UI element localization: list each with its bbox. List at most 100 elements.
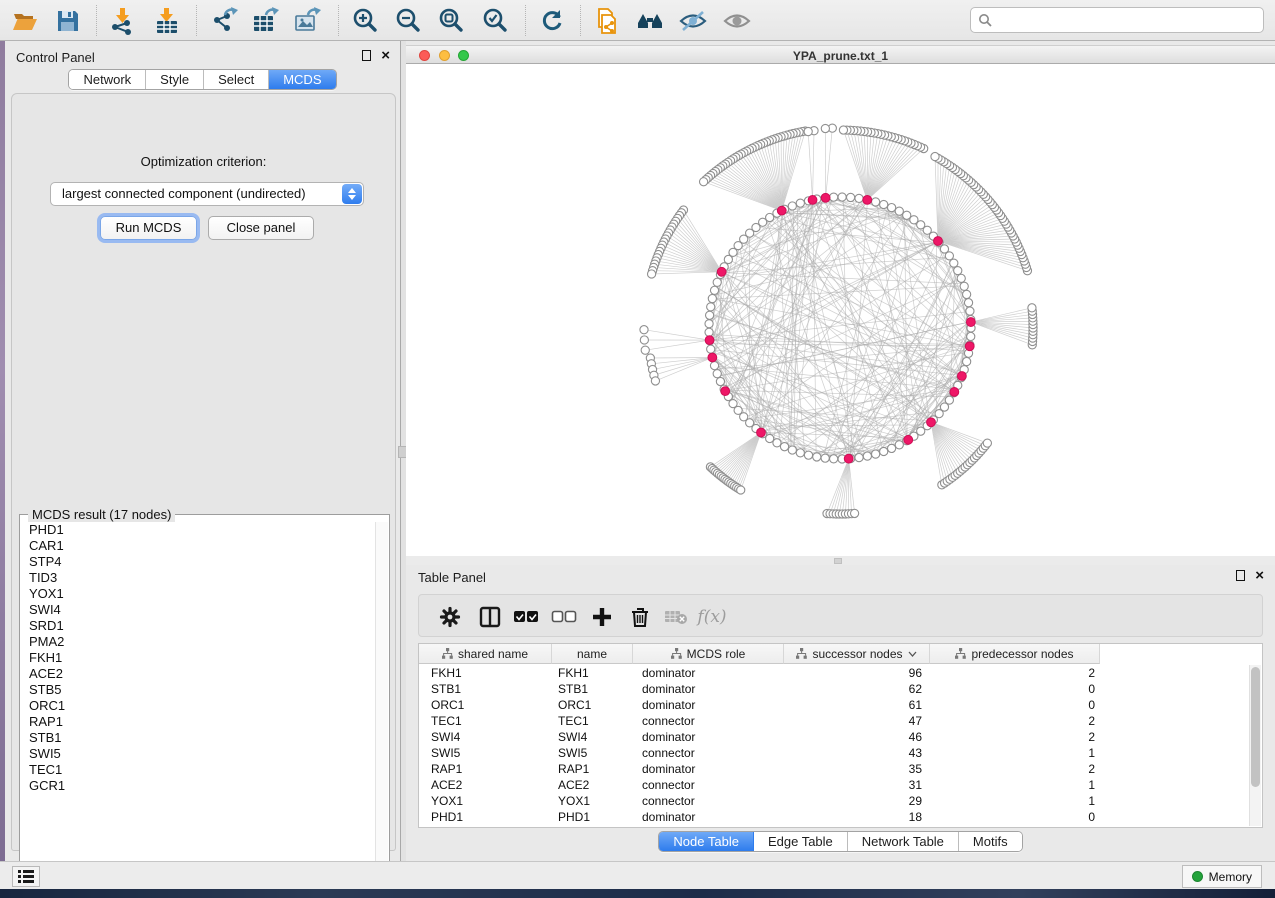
mcds-result-item[interactable]: GCR1 xyxy=(21,778,376,794)
table-cell[interactable]: 46 xyxy=(784,729,930,745)
table-cell[interactable]: 61 xyxy=(784,697,930,713)
table-cell[interactable]: dominator xyxy=(633,665,784,681)
table-cell[interactable]: TEC1 xyxy=(552,713,633,729)
tab-motifs[interactable]: Motifs xyxy=(959,832,1022,851)
tab-mcds[interactable]: MCDS xyxy=(269,70,335,89)
settings-gear-icon[interactable] xyxy=(435,602,465,632)
table-cell[interactable]: 2 xyxy=(930,713,1100,729)
table-cell[interactable]: STB1 xyxy=(552,681,633,697)
table-row[interactable]: ORC1ORC1dominator610 xyxy=(419,697,1249,713)
open-file-icon[interactable] xyxy=(10,6,40,36)
table-cell[interactable]: dominator xyxy=(633,681,784,697)
deselect-all-icon[interactable] xyxy=(549,602,579,632)
mcds-result-item[interactable]: YOX1 xyxy=(21,586,376,602)
table-cell[interactable]: 1 xyxy=(930,777,1100,793)
table-row[interactable]: RAP1RAP1dominator352 xyxy=(419,761,1249,777)
mcds-result-item[interactable]: TID3 xyxy=(21,570,376,586)
column-header-successor-nodes[interactable]: successor nodes xyxy=(784,644,930,664)
search-field[interactable] xyxy=(970,7,1264,33)
memory-button[interactable]: Memory xyxy=(1182,865,1262,888)
table-row[interactable]: STB1STB1dominator620 xyxy=(419,681,1249,697)
table-cell[interactable]: STB1 xyxy=(419,681,552,697)
function-builder-icon-disabled[interactable]: f(x) xyxy=(697,602,727,632)
mcds-result-item[interactable]: ACE2 xyxy=(21,666,376,682)
mcds-result-item[interactable]: SWI5 xyxy=(21,746,376,762)
zoom-selected-icon[interactable] xyxy=(480,6,510,36)
mcds-result-item[interactable]: STB1 xyxy=(21,730,376,746)
table-cell[interactable]: dominator xyxy=(633,729,784,745)
table-row[interactable]: ACE2ACE2connector311 xyxy=(419,777,1249,793)
tab-network-table[interactable]: Network Table xyxy=(848,832,959,851)
column-header-name[interactable]: name xyxy=(552,644,633,664)
table-row[interactable]: PHD1PHD1dominator180 xyxy=(419,809,1249,825)
mcds-result-item[interactable]: PHD1 xyxy=(21,522,376,538)
delete-column-icon[interactable] xyxy=(625,602,655,632)
table-cell[interactable]: 31 xyxy=(784,777,930,793)
table-cell[interactable]: connector xyxy=(633,777,784,793)
network-canvas[interactable] xyxy=(406,64,1275,556)
tab-node-table[interactable]: Node Table xyxy=(659,832,754,851)
save-session-icon[interactable] xyxy=(53,6,83,36)
table-cell[interactable]: dominator xyxy=(633,809,784,825)
export-network-icon[interactable] xyxy=(210,6,240,36)
mcds-result-item[interactable]: SRD1 xyxy=(21,618,376,634)
table-scrollbar[interactable] xyxy=(1249,665,1261,826)
mcds-result-item[interactable]: ORC1 xyxy=(21,698,376,714)
close-panel-icon[interactable]: × xyxy=(381,50,390,61)
table-cell[interactable]: YOX1 xyxy=(419,793,552,809)
table-cell[interactable]: FKH1 xyxy=(419,665,552,681)
table-cell[interactable]: YOX1 xyxy=(552,793,633,809)
close-panel-button[interactable]: Close panel xyxy=(208,216,314,240)
network-window-titlebar[interactable]: YPA_prune.txt_1 xyxy=(406,45,1275,64)
mcds-result-item[interactable]: PMA2 xyxy=(21,634,376,650)
table-cell[interactable]: 0 xyxy=(930,681,1100,697)
table-cell[interactable]: ORC1 xyxy=(419,697,552,713)
mcds-list-scrollbar[interactable] xyxy=(375,522,388,883)
tab-style[interactable]: Style xyxy=(146,70,204,89)
table-row[interactable]: SWI5SWI5connector431 xyxy=(419,745,1249,761)
table-cell[interactable]: ORC1 xyxy=(552,697,633,713)
table-cell[interactable]: 2 xyxy=(930,729,1100,745)
table-row[interactable]: SWI4SWI4dominator462 xyxy=(419,729,1249,745)
table-cell[interactable]: 0 xyxy=(930,697,1100,713)
delete-table-icon-disabled[interactable] xyxy=(661,602,691,632)
table-row[interactable]: FKH1FKH1dominator962 xyxy=(419,665,1249,681)
table-cell[interactable]: ACE2 xyxy=(419,777,552,793)
table-cell[interactable]: connector xyxy=(633,745,784,761)
show-all-eye-icon[interactable] xyxy=(722,6,752,36)
table-cell[interactable]: SWI4 xyxy=(552,729,633,745)
refresh-view-icon[interactable] xyxy=(537,6,567,36)
tab-select[interactable]: Select xyxy=(204,70,269,89)
table-cell[interactable]: dominator xyxy=(633,697,784,713)
float-window-icon[interactable] xyxy=(362,50,371,61)
mcds-result-item[interactable]: SWI4 xyxy=(21,602,376,618)
select-all-icon[interactable] xyxy=(511,602,541,632)
table-cell[interactable]: 96 xyxy=(784,665,930,681)
table-cell[interactable]: RAP1 xyxy=(419,761,552,777)
table-cell[interactable]: TEC1 xyxy=(419,713,552,729)
close-panel-icon[interactable]: × xyxy=(1255,570,1264,581)
new-network-from-selection-icon[interactable] xyxy=(592,6,622,36)
zoom-out-icon[interactable] xyxy=(393,6,423,36)
table-cell[interactable]: SWI4 xyxy=(419,729,552,745)
column-header-predecessor-nodes[interactable]: predecessor nodes xyxy=(930,644,1100,664)
table-cell[interactable]: PHD1 xyxy=(419,809,552,825)
table-cell[interactable]: dominator xyxy=(633,761,784,777)
column-header-MCDS-role[interactable]: MCDS role xyxy=(633,644,784,664)
table-cell[interactable]: 29 xyxy=(784,793,930,809)
mcds-result-item[interactable]: TEC1 xyxy=(21,762,376,778)
mcds-result-list[interactable]: PHD1CAR1STP4TID3YOX1SWI4SRD1PMA2FKH1ACE2… xyxy=(21,522,376,883)
table-cell[interactable]: connector xyxy=(633,793,784,809)
optimization-select[interactable]: largest connected component (undirected) xyxy=(50,182,364,206)
import-network-icon[interactable] xyxy=(108,6,138,36)
table-cell[interactable]: 43 xyxy=(784,745,930,761)
tab-network[interactable]: Network xyxy=(69,70,146,89)
column-header-shared-name[interactable]: shared name xyxy=(419,644,552,664)
table-cell[interactable]: SWI5 xyxy=(419,745,552,761)
tab-edge-table[interactable]: Edge Table xyxy=(754,832,848,851)
mcds-result-item[interactable]: RAP1 xyxy=(21,714,376,730)
table-cell[interactable]: RAP1 xyxy=(552,761,633,777)
table-cell[interactable]: 47 xyxy=(784,713,930,729)
run-mcds-button[interactable]: Run MCDS xyxy=(100,216,197,240)
table-cell[interactable]: connector xyxy=(633,713,784,729)
